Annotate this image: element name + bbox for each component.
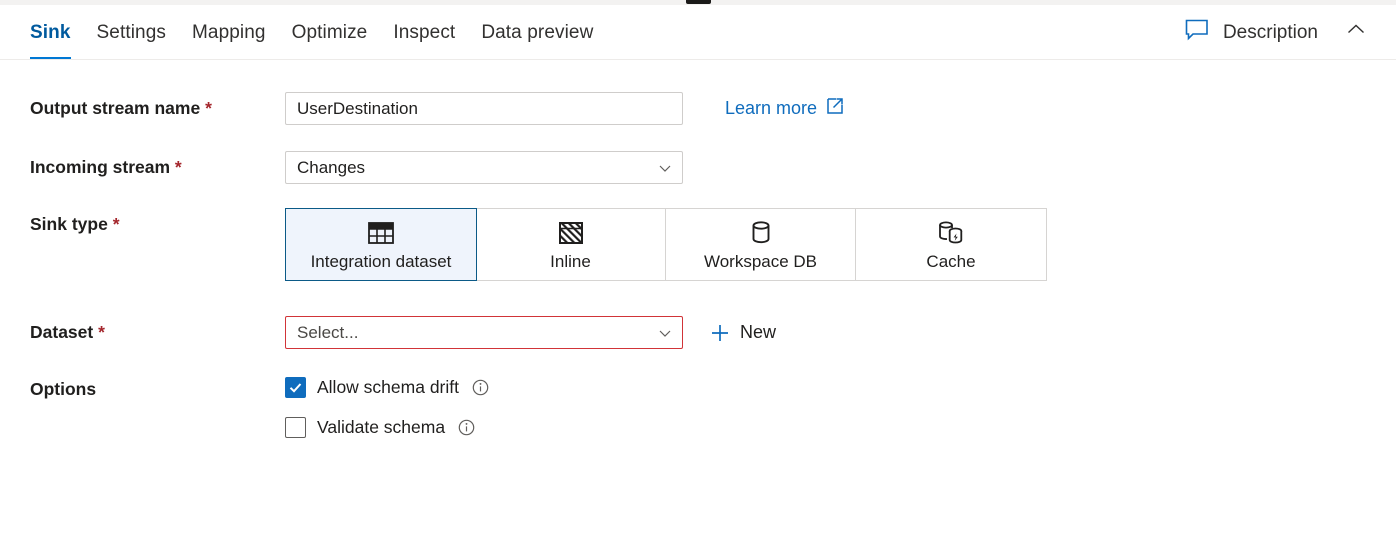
sink-type-tile-workspace-db[interactable]: Workspace DB <box>666 209 856 280</box>
tab-sink-label: Sink <box>30 21 71 43</box>
sink-type-tile-label: Integration dataset <box>310 251 452 271</box>
required-asterisk: * <box>205 98 212 118</box>
sink-type-tile-label: Workspace DB <box>703 251 818 271</box>
options-control: Allow schema drift Validate schema <box>285 373 490 438</box>
sink-form: Output stream name * Learn more Incoming… <box>0 60 1396 547</box>
info-icon[interactable] <box>471 378 490 397</box>
dataset-label: Dataset * <box>30 316 285 343</box>
allow-schema-drift-checkbox[interactable] <box>285 377 306 398</box>
tab-data-preview-label: Data preview <box>481 21 594 43</box>
dataset-dropdown[interactable]: Select... <box>285 316 683 349</box>
chevron-down-icon <box>657 325 673 341</box>
sink-type-tile-integration-dataset[interactable]: Integration dataset <box>285 208 477 281</box>
sink-type-tile-inline[interactable]: Inline <box>476 209 666 280</box>
tab-settings[interactable]: Settings <box>84 5 179 60</box>
info-icon[interactable] <box>457 418 476 437</box>
dataset-row: Dataset * Select... New <box>30 316 782 349</box>
incoming-stream-text: Incoming stream <box>30 157 171 177</box>
required-asterisk: * <box>98 322 105 342</box>
options-row: Options Allow schema drift Validate sche… <box>30 373 490 438</box>
tab-data-preview[interactable]: Data preview <box>468 5 606 60</box>
comment-icon <box>1184 18 1210 48</box>
output-stream-name-text: Output stream name <box>30 98 201 118</box>
incoming-stream-dropdown[interactable]: Changes <box>285 151 683 184</box>
panel-header: Sink Settings Mapping Optimize Inspect D… <box>0 5 1396 60</box>
dataset-control: Select... New <box>285 316 782 349</box>
checkmark-icon <box>289 383 302 393</box>
output-stream-name-label: Output stream name * <box>30 92 285 119</box>
tab-optimize-label: Optimize <box>291 21 368 43</box>
output-stream-name-input[interactable] <box>285 92 683 125</box>
panel-drag-handle[interactable] <box>686 0 711 4</box>
tab-bar: Sink Settings Mapping Optimize Inspect D… <box>30 5 606 60</box>
new-dataset-label: New <box>740 322 777 342</box>
external-link-icon <box>825 96 845 121</box>
sink-type-tile-cache[interactable]: Cache <box>856 209 1046 280</box>
incoming-stream-label: Incoming stream * <box>30 151 285 178</box>
header-actions: Description <box>1176 5 1376 60</box>
database-cylinder-icon <box>747 218 775 248</box>
required-asterisk: * <box>174 157 182 177</box>
collapse-panel-button[interactable] <box>1336 13 1376 53</box>
incoming-stream-control: Changes <box>285 151 683 184</box>
validate-schema-checkbox[interactable] <box>285 417 306 438</box>
validate-schema-label: Validate schema <box>317 417 446 437</box>
learn-more-link[interactable]: Learn more <box>725 96 845 121</box>
cache-database-bolt-icon <box>936 218 966 248</box>
new-dataset-button[interactable]: New <box>703 318 782 348</box>
incoming-stream-value: Changes <box>297 157 366 177</box>
learn-more-label: Learn more <box>725 98 818 118</box>
options-label: Options <box>30 373 285 400</box>
sink-type-control: Integration dataset Inline Workspace DB … <box>285 208 1047 281</box>
options-text: Options <box>30 379 97 399</box>
sink-type-tile-group: Integration dataset Inline Workspace DB … <box>285 208 1047 281</box>
output-stream-name-row: Output stream name * Learn more <box>30 92 845 125</box>
chevron-up-icon <box>1344 18 1368 47</box>
tab-mapping-label: Mapping <box>191 21 266 43</box>
plus-icon <box>709 322 731 344</box>
allow-schema-drift-row[interactable]: Allow schema drift <box>285 377 490 398</box>
tab-settings-label: Settings <box>96 21 166 43</box>
hatched-table-icon <box>557 218 585 248</box>
tab-sink[interactable]: Sink <box>30 5 84 60</box>
sink-type-row: Sink type * Integration dataset Inline W… <box>30 208 1047 281</box>
allow-schema-drift-label: Allow schema drift <box>317 377 459 397</box>
validate-schema-row[interactable]: Validate schema <box>285 417 490 438</box>
required-asterisk: * <box>112 214 120 234</box>
tab-optimize[interactable]: Optimize <box>279 5 381 60</box>
dataset-value: Select... <box>297 322 359 342</box>
incoming-stream-row: Incoming stream * Changes <box>30 151 683 184</box>
output-stream-name-control: Learn more <box>285 92 845 125</box>
tab-mapping[interactable]: Mapping <box>179 5 279 60</box>
description-label: Description <box>1222 21 1318 43</box>
sink-type-text: Sink type <box>30 214 108 234</box>
chevron-down-icon <box>657 160 673 176</box>
table-grid-icon <box>367 218 395 248</box>
tab-inspect-label: Inspect <box>393 21 456 43</box>
tab-inspect[interactable]: Inspect <box>380 5 468 60</box>
sink-type-label: Sink type * <box>30 208 285 235</box>
sink-type-tile-label: Cache <box>926 251 976 271</box>
sink-type-tile-label: Inline <box>550 251 591 271</box>
dataset-text: Dataset <box>30 322 94 342</box>
description-button[interactable]: Description <box>1176 12 1326 54</box>
